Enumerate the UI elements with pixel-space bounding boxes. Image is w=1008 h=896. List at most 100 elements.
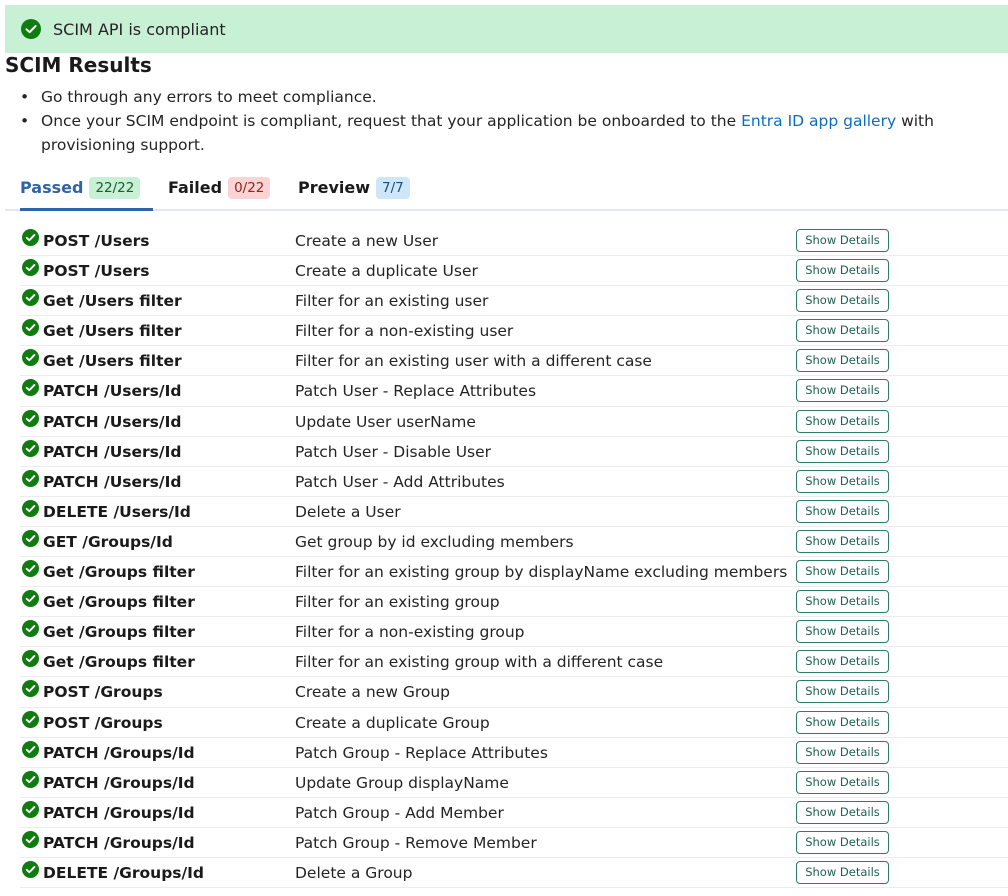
tab-passed[interactable]: Passed 22/22 (20, 170, 153, 211)
table-row: PATCH /Groups/Id Patch Group - Replace At… (20, 738, 1008, 768)
endpoint-label: POST /Users (43, 262, 150, 281)
check-circle-icon (22, 860, 39, 878)
show-details-button[interactable]: Show Details (796, 439, 889, 463)
endpoint-label: PATCH /Groups/Id (43, 803, 195, 822)
instruction-item: • Once your SCIM endpoint is compliant, … (20, 109, 1008, 157)
show-details-button[interactable]: Show Details (796, 349, 889, 373)
tab-count-badge: 7/7 (376, 177, 410, 199)
entra-app-gallery-link[interactable]: Entra ID app gallery (741, 112, 896, 130)
test-description: Update User userName (295, 412, 476, 431)
show-details-button[interactable]: Show Details (796, 590, 889, 614)
check-circle-icon (22, 529, 39, 547)
compliance-banner: SCIM API is compliant (5, 5, 1008, 53)
page-title: SCIM Results (5, 53, 152, 77)
test-description: Filter for an existing user with a diffe… (295, 352, 652, 371)
tab-label: Failed (168, 178, 223, 197)
check-circle-icon (22, 349, 39, 367)
test-description: Patch User - Add Attributes (295, 472, 505, 491)
endpoint-label: DELETE /Users/Id (43, 502, 191, 521)
endpoint-label: GET /Groups/Id (43, 532, 173, 551)
check-circle-icon (22, 710, 39, 728)
test-description: Delete a Group (295, 863, 413, 882)
table-row: PATCH /Users/Id Patch User - Disable User… (20, 437, 1008, 467)
show-details-button[interactable]: Show Details (796, 319, 889, 343)
test-description: Filter for an existing group (295, 593, 500, 612)
table-row: Get /Users filter Filter for an existing … (20, 286, 1008, 317)
endpoint-label: DELETE /Groups/Id (43, 863, 205, 882)
endpoint-label: Get /Groups filter (43, 623, 195, 642)
show-details-button[interactable]: Show Details (796, 680, 889, 704)
show-details-button[interactable]: Show Details (796, 529, 889, 553)
tab-label: Passed (20, 178, 84, 197)
show-details-button[interactable]: Show Details (796, 800, 889, 824)
table-row: DELETE /Users/Id Delete a User Show Detail… (20, 497, 1008, 527)
show-details-button[interactable]: Show Details (796, 620, 889, 644)
bullet-dot: • (20, 88, 30, 106)
check-circle-icon (22, 590, 39, 608)
show-details-button[interactable]: Show Details (796, 770, 889, 794)
table-row: PATCH /Groups/Id Patch Group - Add Member… (20, 798, 1008, 828)
show-details-button[interactable]: Show Details (796, 860, 889, 884)
table-row: POST /Users Create a new User Show Details (20, 226, 1008, 257)
test-description: Create a duplicate User (295, 262, 478, 281)
table-row: PATCH /Groups/Id Patch Group - Remove Mem… (20, 828, 1008, 858)
endpoint-label: Get /Users filter (43, 322, 182, 341)
test-description: Update Group displayName (295, 773, 509, 792)
show-details-button[interactable]: Show Details (796, 469, 889, 493)
tab-preview[interactable]: Preview 7/7 (298, 170, 413, 209)
show-details-button[interactable]: Show Details (796, 560, 889, 584)
endpoint-label: Get /Users filter (43, 352, 182, 371)
show-details-button[interactable]: Show Details (796, 259, 889, 283)
endpoint-label: Get /Groups filter (43, 563, 195, 582)
table-row: PATCH /Users/Id Patch User - Add Attribut… (20, 467, 1008, 497)
test-description: Patch User - Disable User (295, 442, 492, 461)
check-circle-icon (22, 259, 39, 277)
endpoint-label: Get /Users filter (43, 292, 182, 311)
check-circle-icon (22, 469, 39, 487)
endpoint-label: Get /Groups filter (43, 653, 195, 672)
check-circle-icon (22, 499, 39, 517)
show-details-button[interactable]: Show Details (796, 830, 889, 854)
results-tabs: Passed 22/22 Failed 0/22 Preview 7/7 (5, 170, 1008, 211)
check-circle-icon (22, 229, 39, 246)
show-details-button[interactable]: Show Details (796, 710, 889, 734)
check-circle-icon (22, 770, 39, 788)
endpoint-label: PATCH /Groups/Id (43, 773, 195, 792)
check-circle-icon (22, 620, 39, 638)
table-row: POST /Groups Create a new Group Show Detai… (20, 677, 1008, 708)
table-row: Get /Users filter Filter for a non-existi… (20, 316, 1008, 347)
tab-label: Preview (298, 178, 371, 197)
tab-count-badge: 22/22 (89, 177, 141, 199)
test-description: Patch User - Replace Attributes (295, 382, 537, 401)
test-description: Patch Group - Remove Member (295, 833, 537, 852)
endpoint-label: PATCH /Users/Id (43, 412, 182, 431)
show-details-button[interactable]: Show Details (796, 650, 889, 674)
endpoint-label: PATCH /Groups/Id (43, 743, 195, 762)
table-row: PATCH /Groups/Id Update Group displayName… (20, 768, 1008, 798)
check-circle-icon (22, 740, 39, 758)
bullet-dot: • (20, 112, 30, 130)
test-description: Filter for a non-existing user (295, 322, 514, 341)
test-description: Create a new Group (295, 683, 451, 702)
endpoint-label: POST /Groups (43, 713, 163, 732)
table-row: Get /Groups filter Filter for an existing… (20, 557, 1008, 588)
table-row: POST /Groups Create a duplicate Group Show… (20, 708, 1008, 738)
results-table: POST /Users Create a new User Show Details… (20, 226, 1008, 889)
test-description: Create a new User (295, 232, 439, 250)
show-details-button[interactable]: Show Details (796, 379, 889, 403)
check-circle-icon (22, 560, 39, 578)
test-description: Delete a User (295, 502, 401, 521)
check-circle-icon (22, 379, 39, 397)
check-circle-icon (21, 19, 41, 39)
show-details-button[interactable]: Show Details (796, 229, 889, 252)
tab-failed[interactable]: Failed 0/22 (168, 170, 278, 209)
show-details-button[interactable]: Show Details (796, 740, 889, 764)
check-circle-icon (22, 800, 39, 818)
show-details-button[interactable]: Show Details (796, 499, 889, 523)
test-description: Create a duplicate Group (295, 713, 490, 732)
show-details-button[interactable]: Show Details (796, 409, 889, 433)
show-details-button[interactable]: Show Details (796, 289, 889, 313)
test-description: Get group by id excluding members (295, 532, 574, 551)
instruction-text: Once your SCIM endpoint is compliant, re… (41, 112, 742, 130)
check-circle-icon (22, 680, 39, 698)
